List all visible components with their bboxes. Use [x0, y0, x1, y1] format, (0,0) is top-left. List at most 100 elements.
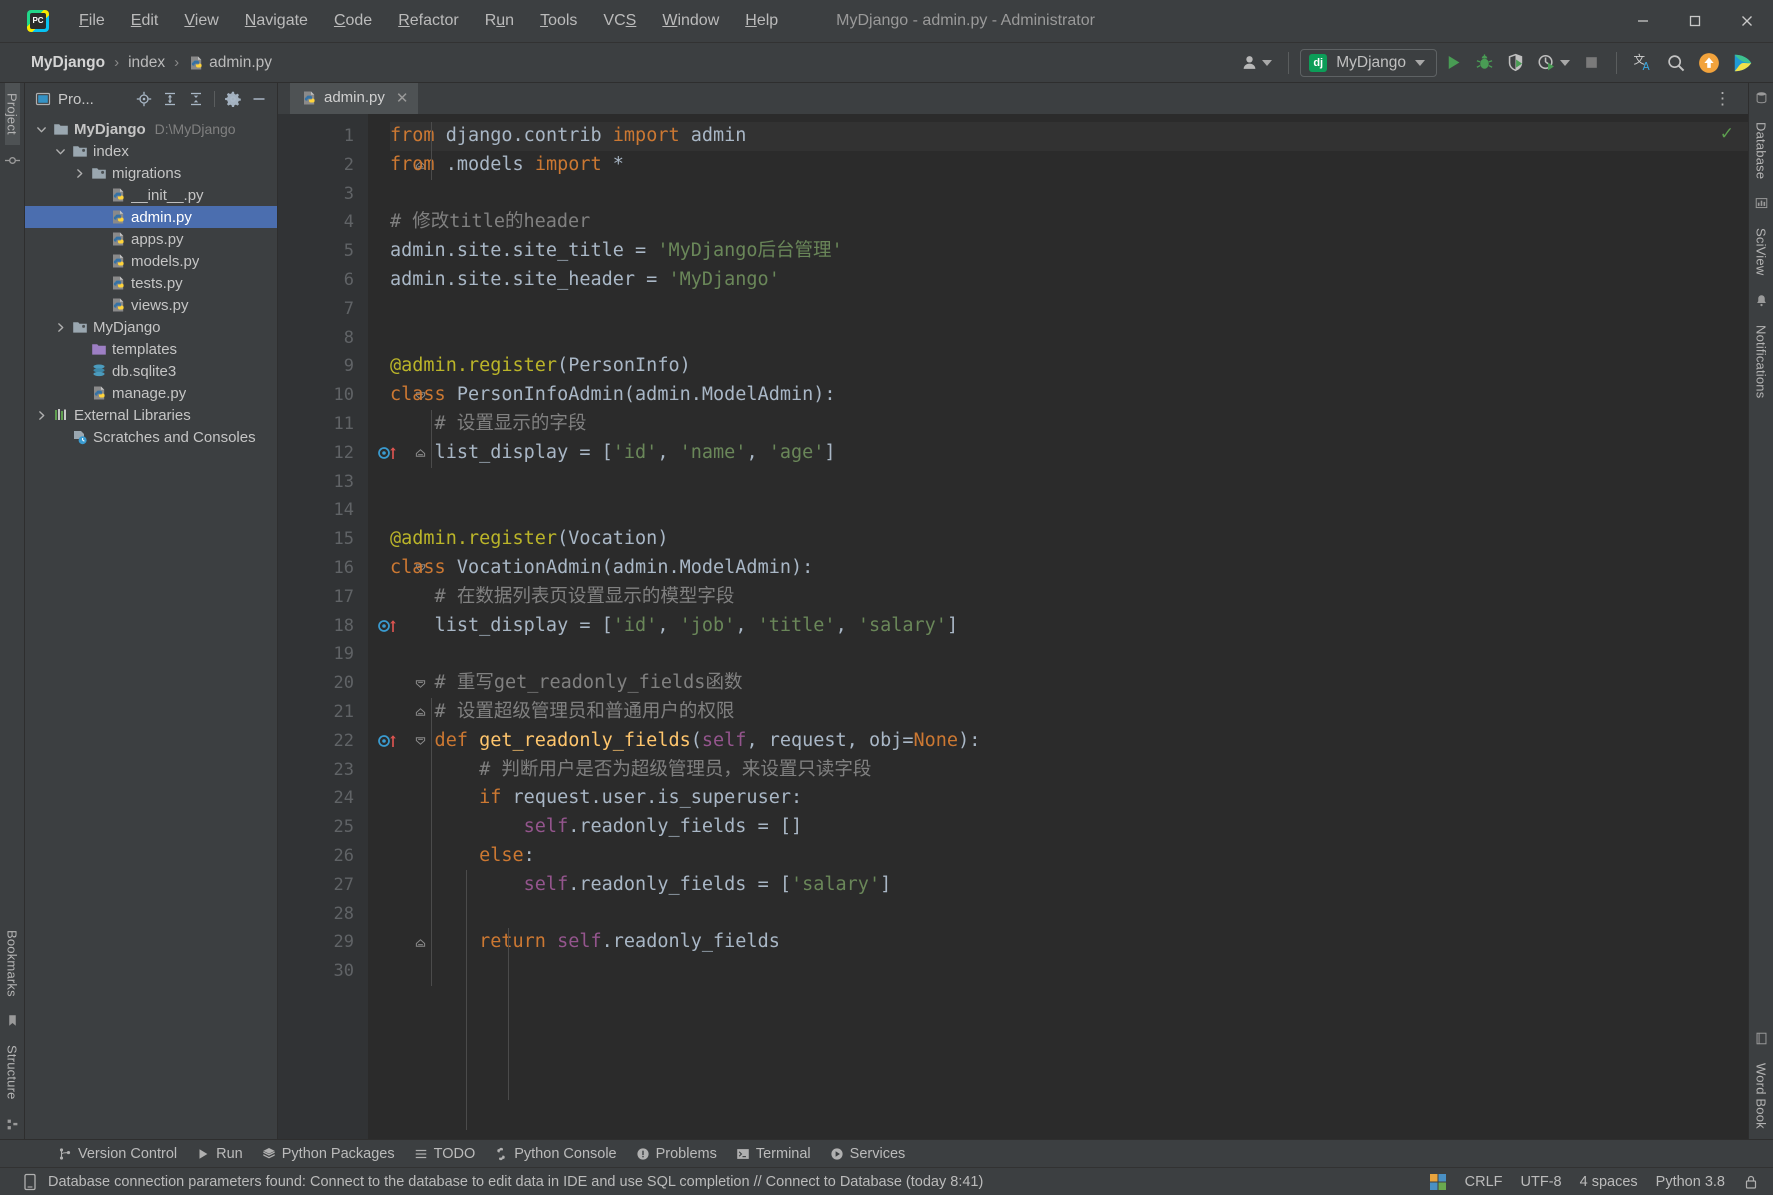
- code-line[interactable]: list_display = ['id', 'name', 'age']: [390, 439, 1748, 468]
- tree-node-views-py[interactable]: views.py: [25, 294, 277, 316]
- breadcrumb-project[interactable]: MyDjango: [26, 52, 110, 74]
- gutter-line-number[interactable]: 24: [278, 784, 368, 813]
- tree-node-tests-py[interactable]: tests.py: [25, 272, 277, 294]
- gutter-line-number[interactable]: 12: [278, 439, 426, 468]
- code-line[interactable]: [390, 957, 1748, 986]
- database-status-icon[interactable]: [22, 1173, 38, 1191]
- chevron-down-icon[interactable]: [54, 145, 67, 158]
- chevron-down-icon[interactable]: [35, 123, 48, 136]
- feedback-button[interactable]: [1727, 48, 1759, 78]
- lock-icon[interactable]: [1743, 1174, 1759, 1190]
- menu-navigate[interactable]: Navigate: [232, 8, 321, 34]
- profile-button[interactable]: [1532, 48, 1575, 78]
- tool-window-python-packages[interactable]: Python Packages: [254, 1143, 403, 1165]
- sidebar-tab-structure[interactable]: Structure: [5, 1035, 20, 1110]
- tree-node--init-py[interactable]: __init__.py: [25, 184, 277, 206]
- menu-refactor[interactable]: Refactor: [385, 8, 471, 34]
- gutter-line-number[interactable]: 25: [278, 813, 368, 842]
- maximize-button[interactable]: [1669, 0, 1721, 43]
- tool-window-terminal[interactable]: Terminal: [728, 1143, 819, 1165]
- run-button[interactable]: [1439, 48, 1468, 78]
- code-line[interactable]: [390, 468, 1748, 497]
- inspection-status-icon[interactable]: ✓: [1720, 124, 1734, 144]
- code-line[interactable]: else:: [390, 842, 1748, 871]
- gutter-line-number[interactable]: 10: [278, 381, 426, 410]
- tree-node-mydjango[interactable]: MyDjango D:\MyDjango: [25, 118, 277, 140]
- gutter-line-number[interactable]: 5: [278, 237, 368, 266]
- gutter-line-number[interactable]: 8: [278, 324, 368, 353]
- more-options-icon[interactable]: ⋮: [1708, 89, 1738, 109]
- gutter-line-number[interactable]: 21: [278, 698, 426, 727]
- minimize-button[interactable]: [1617, 0, 1669, 43]
- search-everywhere-button[interactable]: [1661, 48, 1691, 78]
- code-line[interactable]: [390, 900, 1748, 929]
- gutter-line-number[interactable]: 20: [278, 669, 426, 698]
- gutter-line-number[interactable]: 13: [278, 468, 368, 497]
- debug-button[interactable]: [1470, 48, 1499, 78]
- tool-window-python-console[interactable]: Python Console: [486, 1143, 624, 1165]
- code-line[interactable]: [390, 180, 1748, 209]
- code-line[interactable]: from .models import *: [390, 151, 1748, 180]
- tree-node-mydjango[interactable]: MyDjango: [25, 316, 277, 338]
- tree-node-apps-py[interactable]: apps.py: [25, 228, 277, 250]
- tool-window-services[interactable]: Services: [822, 1143, 914, 1165]
- code-line[interactable]: # 修改title的header: [390, 208, 1748, 237]
- gutter-line-number[interactable]: 19: [278, 640, 368, 669]
- encoding-status[interactable]: UTF-8: [1521, 1174, 1562, 1190]
- breadcrumb-folder[interactable]: index: [123, 52, 170, 74]
- code-line[interactable]: class PersonInfoAdmin(admin.ModelAdmin):: [390, 381, 1748, 410]
- sidebar-tab-project[interactable]: Project: [4, 83, 20, 145]
- breadcrumb-file[interactable]: admin.py: [183, 52, 277, 74]
- run-configuration-selector[interactable]: dj MyDjango: [1300, 48, 1437, 77]
- indent-status[interactable]: 4 spaces: [1580, 1174, 1638, 1190]
- close-button[interactable]: [1721, 0, 1773, 43]
- code-line[interactable]: from django.contrib import admin: [390, 122, 1748, 151]
- sidebar-tab-database[interactable]: Database: [1754, 112, 1769, 189]
- code-line[interactable]: def get_readonly_fields(self, request, o…: [390, 727, 1748, 756]
- run-with-coverage-button[interactable]: [1501, 48, 1530, 78]
- menu-window[interactable]: Window: [649, 8, 732, 34]
- gutter-line-number[interactable]: 2: [278, 151, 426, 180]
- gutter-line-number[interactable]: 7: [278, 295, 368, 324]
- code-line[interactable]: admin.site.site_title = 'MyDjango后台管理': [390, 237, 1748, 266]
- code-line[interactable]: return self.readonly_fields: [390, 928, 1748, 957]
- gutter-line-number[interactable]: 26: [278, 842, 368, 871]
- gutter-line-number[interactable]: 11: [278, 410, 368, 439]
- code-editor[interactable]: 1 2 3 4 5 6 7 8 9 10 11 12 13 14 15 16 17 18 19 20 21 22 23 24 2…: [278, 114, 1748, 1139]
- code-line[interactable]: # 判断用户是否为超级管理员，来设置只读字段: [390, 756, 1748, 785]
- tree-node-db-sqlite3[interactable]: db.sqlite3: [25, 360, 277, 382]
- code-line[interactable]: [390, 324, 1748, 353]
- expand-all-icon[interactable]: [159, 88, 181, 110]
- sidebar-tab-notifications[interactable]: Notifications: [1754, 315, 1769, 408]
- code-line[interactable]: self.readonly_fields = ['salary']: [390, 871, 1748, 900]
- update-button[interactable]: [1693, 48, 1725, 78]
- word-book-icon[interactable]: [1755, 1032, 1768, 1045]
- gutter-line-number[interactable]: 30: [278, 957, 368, 986]
- tool-window-todo[interactable]: TODO: [406, 1143, 484, 1165]
- line-separator-status[interactable]: CRLF: [1465, 1174, 1503, 1190]
- collapse-all-icon[interactable]: [185, 88, 207, 110]
- editor-tab-admin-py[interactable]: admin.py ✕: [290, 83, 419, 114]
- notifications-icon[interactable]: [1755, 294, 1768, 307]
- gutter-line-number[interactable]: 6: [278, 266, 368, 295]
- gutter-line-number[interactable]: 3: [278, 180, 368, 209]
- locate-file-icon[interactable]: [133, 88, 155, 110]
- menu-run[interactable]: Run: [472, 8, 527, 34]
- gutter-line-number[interactable]: 16: [278, 554, 426, 583]
- tree-node-external-libraries[interactable]: External Libraries: [25, 404, 277, 426]
- status-message[interactable]: Database connection parameters found: Co…: [48, 1174, 983, 1190]
- gutter-line-number[interactable]: 23: [278, 756, 368, 785]
- code-line[interactable]: admin.site.site_header = 'MyDjango': [390, 266, 1748, 295]
- code-line[interactable]: [390, 295, 1748, 324]
- menu-view[interactable]: View: [171, 8, 231, 34]
- tree-node-admin-py[interactable]: admin.py: [25, 206, 277, 228]
- code-line[interactable]: self.readonly_fields = []: [390, 813, 1748, 842]
- gutter-line-number[interactable]: 22: [278, 727, 426, 756]
- database-icon[interactable]: [1755, 91, 1768, 104]
- code-line[interactable]: [390, 496, 1748, 525]
- user-account-button[interactable]: [1236, 48, 1277, 78]
- gutter-line-number[interactable]: 17: [278, 583, 368, 612]
- chevron-right-icon[interactable]: [54, 321, 67, 334]
- tool-window-version-control[interactable]: Version Control: [50, 1143, 185, 1165]
- code-line[interactable]: # 在数据列表页设置显示的模型字段: [390, 583, 1748, 612]
